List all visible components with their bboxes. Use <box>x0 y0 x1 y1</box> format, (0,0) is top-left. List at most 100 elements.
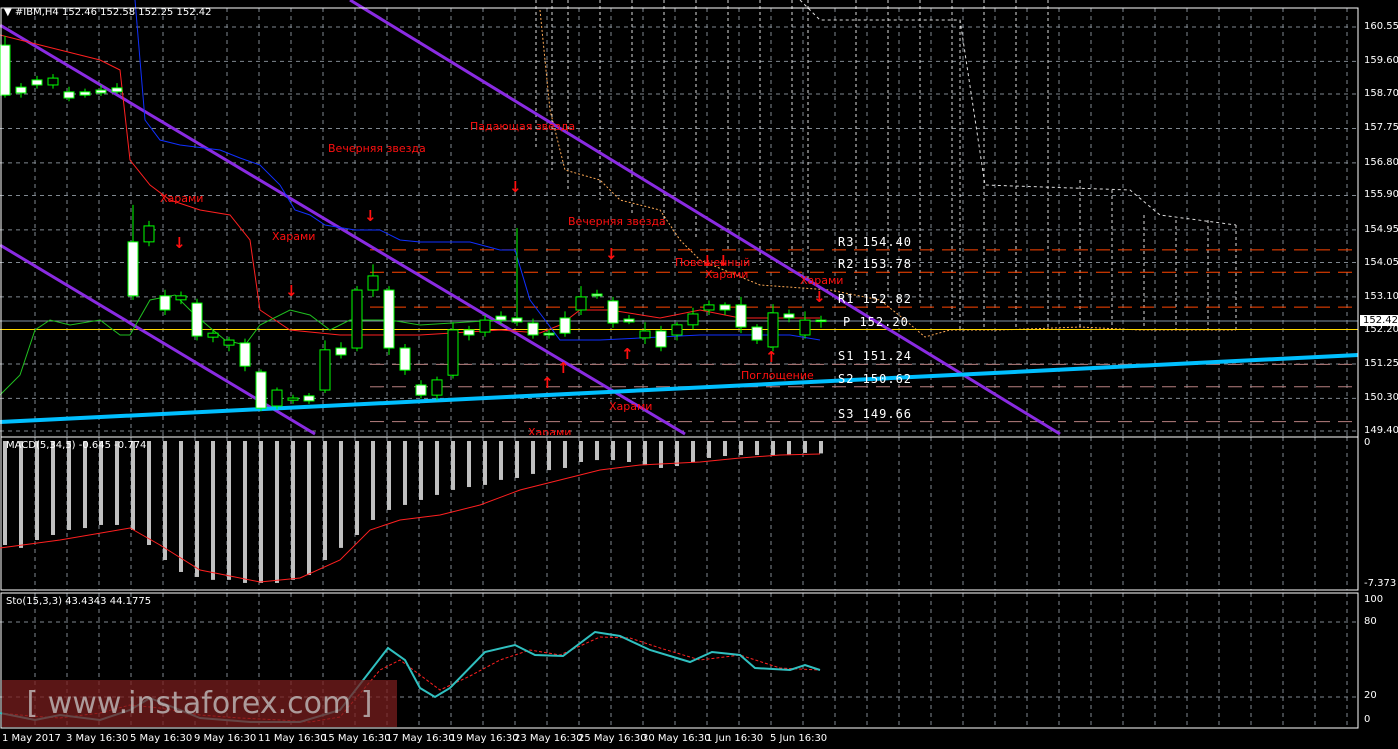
macd-bar <box>819 441 823 454</box>
price-axis-label: 150.30 <box>1364 392 1398 404</box>
candle-body <box>127 241 139 297</box>
pattern-label: Вечерняя звезда <box>568 215 666 228</box>
macd-bar <box>35 441 39 540</box>
macd-signal-line <box>0 453 821 583</box>
macd-bar <box>339 441 343 548</box>
macd-bar <box>611 441 615 461</box>
pattern-label: Харами <box>800 274 844 287</box>
candle-body <box>815 319 827 323</box>
macd-bar <box>179 441 183 572</box>
macd-axis-top: 0 <box>1364 437 1371 448</box>
chart-canvas[interactable] <box>0 0 1398 749</box>
price-axis-label: 158.70 <box>1364 88 1398 100</box>
arrow-down-icon: ↓ <box>173 234 186 252</box>
macd-bar <box>243 441 247 583</box>
candle-body <box>399 347 411 371</box>
macd-bar <box>3 441 7 546</box>
time-axis-label: 3 May 16:30 <box>66 733 129 744</box>
macd-bar <box>435 441 439 495</box>
pivot-label: S2 150.62 <box>838 371 913 386</box>
arrow-down-icon: ↓ <box>813 288 826 306</box>
macd-bar <box>483 441 487 485</box>
ma-blue <box>134 0 821 341</box>
candle-body <box>159 295 171 311</box>
price-axis-label: 160.55 <box>1364 21 1398 32</box>
arrow-down-icon: ↓ <box>285 282 298 300</box>
channel-line-lower[interactable] <box>0 243 316 436</box>
macd-bar <box>627 441 631 462</box>
macd-bar <box>163 441 167 561</box>
time-axis-label: 15 May 16:30 <box>322 733 391 744</box>
macd-bar <box>403 441 407 505</box>
current-price-label: 152.42 <box>1360 315 1398 326</box>
candle-body <box>591 293 603 297</box>
macd-bar <box>563 441 567 468</box>
price-axis-label: 157.75 <box>1364 122 1398 134</box>
dropdown-triangle-icon[interactable]: ▼ <box>4 7 12 18</box>
macd-bar <box>275 441 279 583</box>
macd-bar <box>323 441 327 561</box>
macd-bar <box>739 441 743 456</box>
time-axis-label: 23 May 16:30 <box>514 733 583 744</box>
channel-line-middle[interactable] <box>0 23 686 436</box>
candle-body <box>607 300 619 324</box>
support-trendline[interactable] <box>0 353 1359 424</box>
macd-bar <box>259 441 263 583</box>
macd-bar <box>691 441 695 462</box>
candle-body <box>111 87 123 93</box>
candle-body <box>783 313 795 319</box>
candle-body <box>95 89 107 94</box>
pattern-label: Харами <box>160 192 204 205</box>
macd-bar <box>195 441 199 577</box>
candle-body <box>143 225 155 243</box>
price-axis-label: 159.60 <box>1364 55 1398 67</box>
macd-bar <box>755 441 759 456</box>
candle-body <box>287 397 299 401</box>
candle-body <box>719 304 731 311</box>
candle-body <box>735 304 747 328</box>
macd-bar <box>499 441 503 480</box>
candle-body <box>255 371 267 409</box>
macd-bar <box>547 441 551 471</box>
candle-body <box>175 295 187 301</box>
arrow-up-icon: ↑ <box>621 345 634 363</box>
macd-bar <box>307 441 311 576</box>
time-axis-label: 5 Jun 16:30 <box>770 733 828 744</box>
sto-label: Sto(15,3,3) 43.4343 44.1775 <box>6 596 152 607</box>
candle-body <box>79 91 91 96</box>
arrow-down-icon: ↓ <box>717 252 730 270</box>
arrow-up-icon: ↑ <box>541 374 554 392</box>
candle-body <box>479 319 491 333</box>
candle-body <box>415 384 427 396</box>
macd-label: MACD(5,34,5) -0.645 -0.774 <box>6 440 147 451</box>
macd-bar <box>595 441 599 461</box>
pattern-label: Харами <box>609 400 653 413</box>
candle-body <box>383 289 395 349</box>
arrow-down-icon: ↓ <box>701 252 714 270</box>
macd-panel-border <box>0 436 1359 591</box>
macd-bar <box>467 441 471 488</box>
macd-bar <box>803 441 807 453</box>
candle-body <box>463 329 475 336</box>
candle-body <box>671 324 683 336</box>
price-axis-label: 154.05 <box>1364 256 1398 268</box>
macd-bar <box>675 441 679 467</box>
cloud-edge <box>539 9 1236 338</box>
candle-body <box>367 275 379 291</box>
pivot-label: R1 152.82 <box>838 292 913 307</box>
time-axis-label: 19 May 16:30 <box>450 733 519 744</box>
macd-bar <box>355 441 359 535</box>
candle-body <box>687 313 699 326</box>
macd-bar <box>707 441 711 458</box>
macd-bar <box>531 441 535 474</box>
pivot-label: S3 149.66 <box>838 406 913 421</box>
macd-bar <box>291 441 295 580</box>
price-axis-label: 153.10 <box>1364 290 1398 302</box>
arrow-up-icon: ↑ <box>765 348 778 366</box>
ma-red <box>0 34 820 336</box>
price-axis-label: 155.90 <box>1364 189 1398 201</box>
arrow-down-icon: ↓ <box>364 207 377 225</box>
time-axis-label: 11 May 16:30 <box>258 733 327 744</box>
candle-body <box>751 326 763 341</box>
macd-bar <box>579 441 583 462</box>
